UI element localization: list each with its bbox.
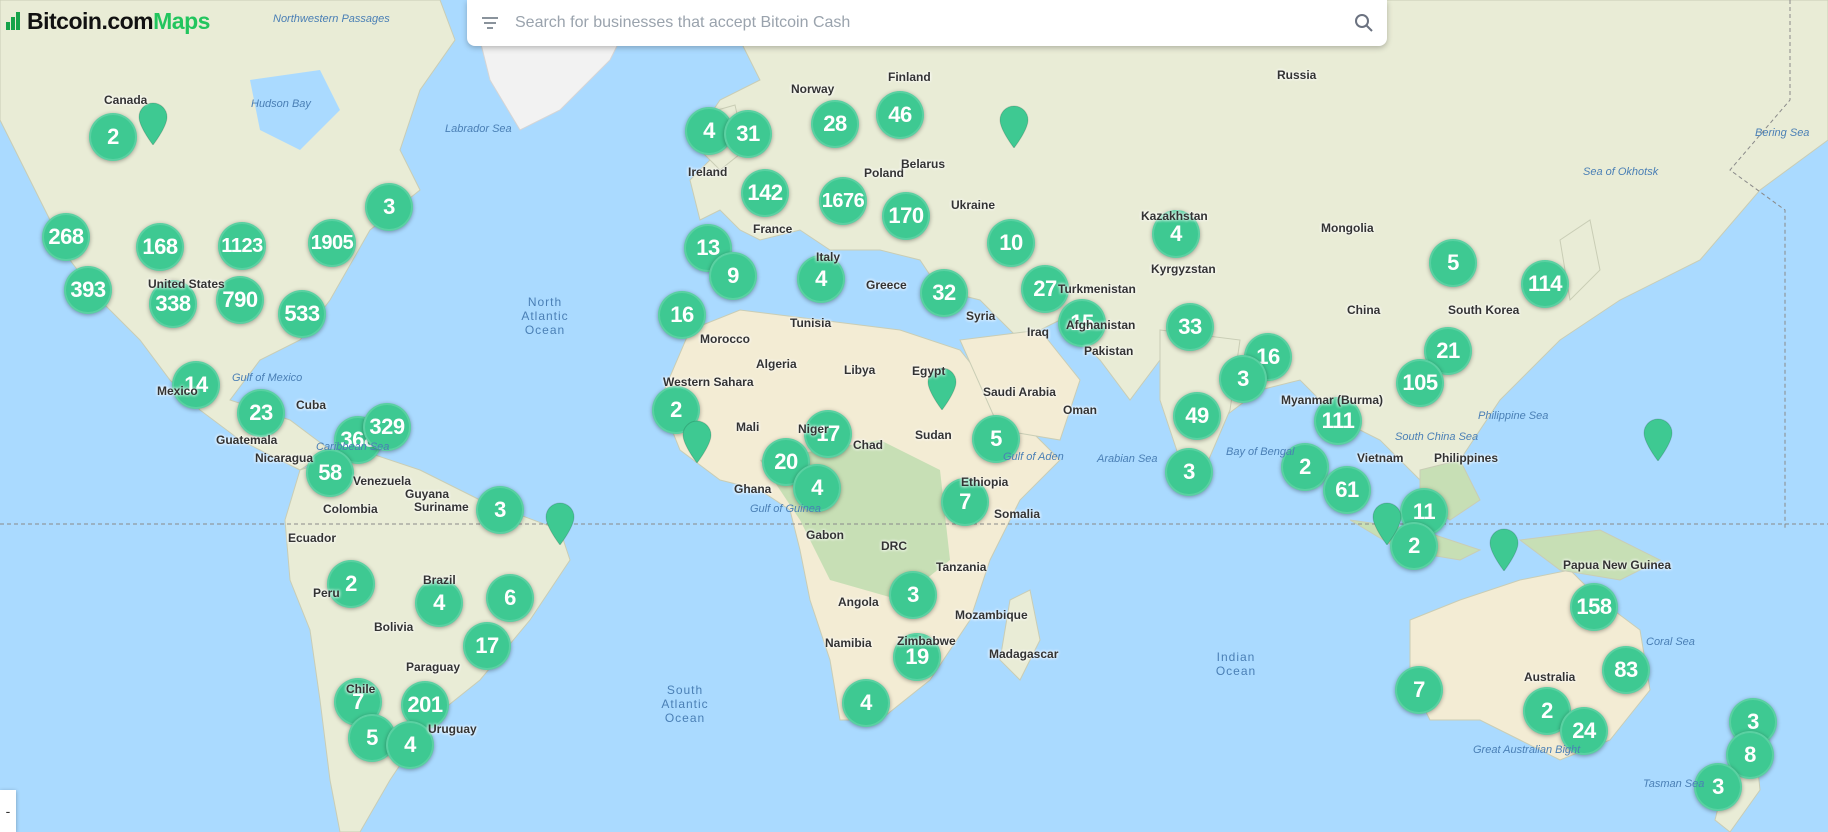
cluster-marker[interactable]: 142: [741, 169, 789, 217]
cluster-marker[interactable]: 2: [1281, 443, 1329, 491]
cluster-marker[interactable]: 7: [941, 478, 989, 526]
cluster-marker[interactable]: 5: [972, 415, 1020, 463]
cluster-marker[interactable]: 32: [920, 269, 968, 317]
cluster-marker[interactable]: 338: [149, 280, 197, 328]
location-pin-icon[interactable]: [1371, 501, 1403, 545]
cluster-marker[interactable]: 170: [882, 192, 930, 240]
cluster-marker[interactable]: 10: [987, 219, 1035, 267]
cluster-marker[interactable]: 31: [724, 110, 772, 158]
cluster-marker[interactable]: 23: [237, 389, 285, 437]
cluster-marker[interactable]: 7: [1395, 666, 1443, 714]
cluster-marker[interactable]: 3: [476, 486, 524, 534]
cluster-marker[interactable]: 4: [1152, 210, 1200, 258]
cluster-marker[interactable]: 61: [1323, 466, 1371, 514]
logo-brand: Bitcoin.com: [27, 7, 154, 34]
cluster-marker[interactable]: 19: [893, 633, 941, 681]
cluster-marker[interactable]: 790: [216, 276, 264, 324]
cluster-marker[interactable]: 4: [842, 679, 890, 727]
cluster-marker[interactable]: 4: [386, 721, 434, 769]
filter-icon[interactable]: [479, 12, 501, 34]
location-pin-icon[interactable]: [1488, 527, 1520, 571]
cluster-marker[interactable]: 2: [89, 113, 137, 161]
location-pin-icon[interactable]: [926, 366, 958, 410]
cluster-marker[interactable]: 33: [1166, 303, 1214, 351]
cluster-marker[interactable]: 3: [889, 571, 937, 619]
cluster-marker[interactable]: 1123: [218, 222, 266, 270]
location-pin-icon[interactable]: [681, 419, 713, 463]
cluster-marker[interactable]: 2: [327, 560, 375, 608]
logo-icon: [6, 12, 24, 30]
cluster-marker[interactable]: 1676: [819, 177, 867, 225]
cluster-marker[interactable]: 114: [1521, 260, 1569, 308]
cluster-marker[interactable]: 1905: [308, 219, 356, 267]
cluster-marker[interactable]: 5: [1429, 239, 1477, 287]
cluster-marker[interactable]: 393: [64, 266, 112, 314]
search-input[interactable]: [513, 13, 1353, 33]
cluster-marker[interactable]: 268: [42, 213, 90, 261]
cluster-marker[interactable]: 16: [658, 291, 706, 339]
location-pin-icon[interactable]: [544, 501, 576, 545]
cluster-marker[interactable]: 6: [486, 574, 534, 622]
location-pin-icon[interactable]: [1642, 417, 1674, 461]
cluster-marker[interactable]: 329: [363, 403, 411, 451]
cluster-marker[interactable]: 168: [136, 223, 184, 271]
location-pin-icon[interactable]: [137, 101, 169, 145]
cluster-marker[interactable]: 83: [1602, 646, 1650, 694]
cluster-marker[interactable]: 3: [1165, 448, 1213, 496]
cluster-marker[interactable]: 49: [1173, 392, 1221, 440]
location-pin-icon[interactable]: [998, 104, 1030, 148]
search-bar: [467, 0, 1387, 46]
cluster-marker[interactable]: 28: [811, 100, 859, 148]
app-logo[interactable]: Bitcoin.com Maps: [6, 8, 210, 34]
cluster-marker[interactable]: 158: [1570, 583, 1618, 631]
cluster-marker[interactable]: 3: [1694, 763, 1742, 811]
cluster-marker[interactable]: 4: [415, 579, 463, 627]
cluster-marker[interactable]: 9: [709, 252, 757, 300]
search-icon[interactable]: [1353, 12, 1375, 34]
cluster-marker[interactable]: 4: [797, 255, 845, 303]
cluster-marker[interactable]: 46: [876, 91, 924, 139]
cluster-marker[interactable]: 3: [1219, 355, 1267, 403]
cluster-marker[interactable]: 58: [306, 449, 354, 497]
cluster-marker[interactable]: 24: [1560, 707, 1608, 755]
cluster-marker[interactable]: 15: [1058, 299, 1106, 347]
cluster-marker[interactable]: 14: [172, 361, 220, 409]
logo-product: Maps: [153, 7, 210, 34]
cluster-marker[interactable]: 3: [365, 183, 413, 231]
cluster-marker[interactable]: 27: [1021, 265, 1069, 313]
cluster-marker[interactable]: 4: [793, 464, 841, 512]
cluster-marker[interactable]: 111: [1314, 397, 1362, 445]
cluster-marker[interactable]: 17: [463, 622, 511, 670]
cluster-marker[interactable]: 105: [1396, 359, 1444, 407]
zoom-out-button[interactable]: -: [0, 790, 16, 832]
cluster-marker[interactable]: 17: [804, 410, 852, 458]
cluster-marker[interactable]: 533: [278, 290, 326, 338]
